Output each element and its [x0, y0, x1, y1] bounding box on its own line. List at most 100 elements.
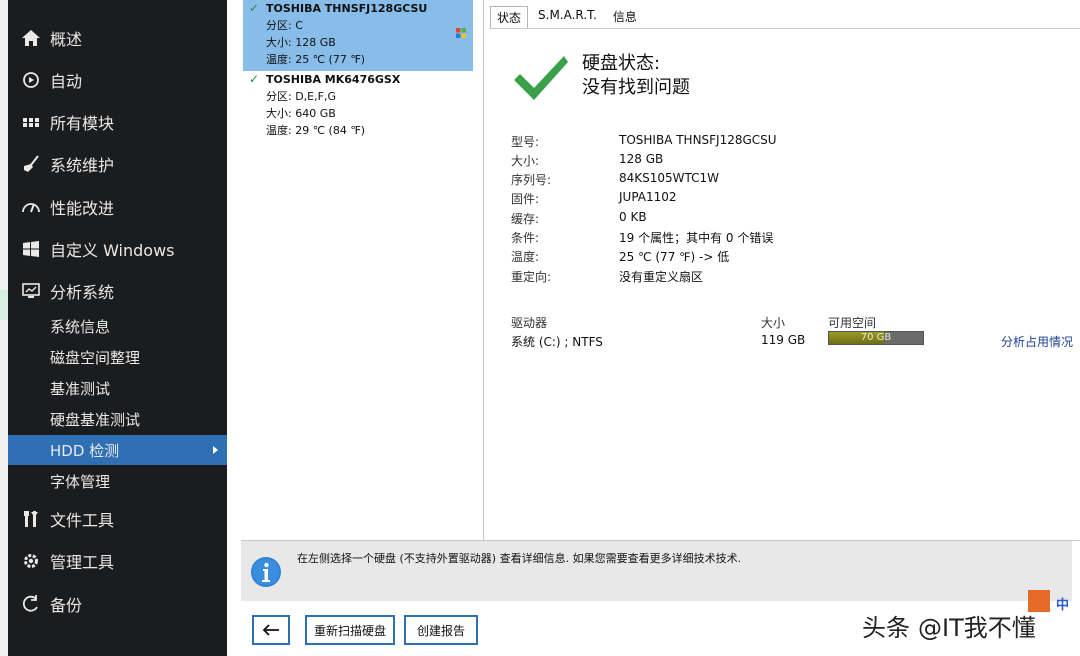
nav-admin-tools[interactable]: 管理工具 [8, 543, 227, 579]
prop-model-value: TOSHIBA THNSFJ128GCSU [619, 133, 777, 147]
grid-icon [21, 112, 41, 132]
disk-name: TOSHIBA MK6476GSX [266, 73, 401, 86]
prop-temp-label: 温度: [511, 250, 540, 264]
prop-firmware-label: 固件: [511, 192, 540, 206]
prop-size-label: 大小: [511, 154, 540, 168]
sub-label: 系统信息 [50, 317, 111, 336]
sub-label: HDD 检测 [50, 441, 120, 460]
analyze-usage-link[interactable]: 分析占用情况 [1001, 333, 1080, 350]
drive-size: 119 GB [761, 333, 806, 347]
nav-all-modules[interactable]: 所有模块 [8, 104, 227, 140]
sub-font-manager[interactable]: 字体管理 [8, 466, 227, 496]
tab-status[interactable]: 状态 [490, 6, 529, 29]
free-space-text: 70 GB [860, 332, 892, 343]
nav-analyze-system[interactable]: 分析系统 [8, 273, 227, 309]
home-icon [21, 28, 41, 48]
background-window-strip [0, 0, 8, 656]
sub-label: 字体管理 [50, 472, 111, 491]
prop-condition-value: 19 个属性；其中有 0 个错误 [619, 231, 774, 245]
nav-performance[interactable]: 性能改进 [8, 189, 227, 225]
disk-temp: 温度: 29 ℃ (84 ℉) [266, 124, 366, 137]
checkmark-icon: ✓ [249, 1, 260, 15]
gauge-icon [21, 197, 41, 217]
nav-label: 管理工具 [50, 553, 115, 572]
drive-header-free: 可用空间 [828, 316, 877, 330]
watermark-prefix: 头条 [862, 614, 910, 642]
nav-label: 性能改进 [50, 199, 115, 218]
nav-label: 概述 [50, 30, 83, 49]
ime-logo-icon [1028, 590, 1050, 612]
drive-header-name: 驱动器 [511, 316, 548, 330]
disk-size: 大小: 128 GB [266, 36, 336, 49]
info-message: 在左侧选择一个硬盘 (不支持外置驱动器) 查看详细信息. 如果您需要查看更多详细… [297, 552, 742, 565]
drive-name: 系统 (C:) ; NTFS [511, 335, 603, 349]
drive-header-size: 大小 [761, 316, 786, 330]
disk-size: 大小: 640 GB [266, 107, 336, 120]
prop-cache-label: 缓存: [511, 212, 540, 226]
back-button[interactable] [252, 615, 290, 645]
windows-logo-icon [456, 28, 466, 38]
rescan-disk-button[interactable]: 重新扫描硬盘 [305, 615, 395, 645]
sub-benchmark[interactable]: 基准测试 [8, 373, 227, 403]
status-ok-check-icon [514, 56, 568, 100]
disk-list: ✓ TOSHIBA THNSFJ128GCSU 分区: C 大小: 128 GB… [243, 0, 473, 540]
panel-divider [483, 0, 484, 540]
auto-icon [21, 70, 41, 90]
sub-disk-cleanup[interactable]: 磁盘空间整理 [8, 342, 227, 372]
monitor-icon [21, 281, 41, 301]
nav-auto[interactable]: 自动 [8, 62, 227, 98]
tab-bar: 状态 S.M.A.R.T. 信息 [490, 6, 647, 29]
sub-label: 基准测试 [50, 379, 111, 398]
nav-label: 备份 [50, 596, 83, 615]
disk-partition: 分区: C [266, 19, 303, 32]
prop-temp-value: 25 ℃ (77 ℉) -> 低 [619, 250, 730, 264]
prop-cache-value: 0 KB [619, 210, 647, 224]
disk-partition: 分区: D,E,F,G [266, 90, 336, 103]
disk-status-label: 硬盘状态: [582, 53, 661, 74]
nav-label: 分析系统 [50, 283, 115, 302]
nav-customize-windows[interactable]: 自定义 Windows [8, 231, 227, 267]
free-space-bar: 70 GB [828, 331, 924, 345]
prop-model-label: 型号: [511, 135, 540, 149]
nav-label: 所有模块 [50, 114, 115, 133]
info-icon [251, 557, 281, 587]
create-report-button[interactable]: 创建报告 [404, 615, 478, 645]
sub-system-info[interactable]: 系统信息 [8, 311, 227, 341]
nav-file-tools[interactable]: 文件工具 [8, 501, 227, 537]
disk-status-value: 没有找到问题 [582, 77, 690, 98]
gear-icon [21, 551, 41, 571]
prop-size-value: 128 GB [619, 152, 664, 166]
sub-disk-benchmark[interactable]: 硬盘基准测试 [8, 404, 227, 434]
broom-icon [21, 154, 41, 174]
backup-icon [21, 594, 41, 614]
sidebar: 概述 自动 所有模块 系统维护 性能改进 自定义 Windows 分析系统 系统… [8, 0, 227, 656]
tab-underline [490, 28, 1080, 29]
ime-indicator: 中 [1056, 598, 1070, 613]
tab-smart[interactable]: S.M.A.R.T. [532, 6, 603, 27]
nav-backup[interactable]: 备份 [8, 586, 227, 622]
prop-realloc-value: 没有重定义扇区 [619, 270, 704, 284]
prop-condition-label: 条件: [511, 231, 540, 245]
checkmark-icon: ✓ [249, 72, 260, 86]
disk-temp: 温度: 25 ℃ (77 ℉) [266, 53, 366, 66]
nav-label: 自动 [50, 72, 83, 91]
nav-label: 文件工具 [50, 511, 115, 530]
sub-label: 磁盘空间整理 [50, 348, 141, 367]
watermark-handle: @IT我不懂 [918, 614, 1036, 642]
prop-firmware-value: JUPA1102 [619, 190, 677, 204]
sub-label: 硬盘基准测试 [50, 410, 141, 429]
prop-realloc-label: 重定向: [511, 270, 552, 284]
disk-item[interactable]: ✓ TOSHIBA THNSFJ128GCSU 分区: C 大小: 128 GB… [243, 0, 473, 71]
windows-icon [21, 239, 41, 259]
prop-serial-value: 84KS105WTC1W [619, 171, 720, 185]
disk-name: TOSHIBA THNSFJ128GCSU [266, 2, 428, 15]
nav-label: 系统维护 [50, 156, 115, 175]
tab-info[interactable]: 信息 [607, 6, 643, 27]
arrow-left-icon [262, 624, 279, 636]
disk-item[interactable]: ✓ TOSHIBA MK6476GSX 分区: D,E,F,G 大小: 640 … [243, 71, 473, 141]
sub-hdd-check[interactable]: HDD 检测 [8, 435, 227, 465]
tools-icon [21, 509, 41, 529]
nav-overview[interactable]: 概述 [8, 20, 227, 56]
nav-label: 自定义 Windows [50, 241, 175, 260]
nav-system-maintenance[interactable]: 系统维护 [8, 146, 227, 182]
